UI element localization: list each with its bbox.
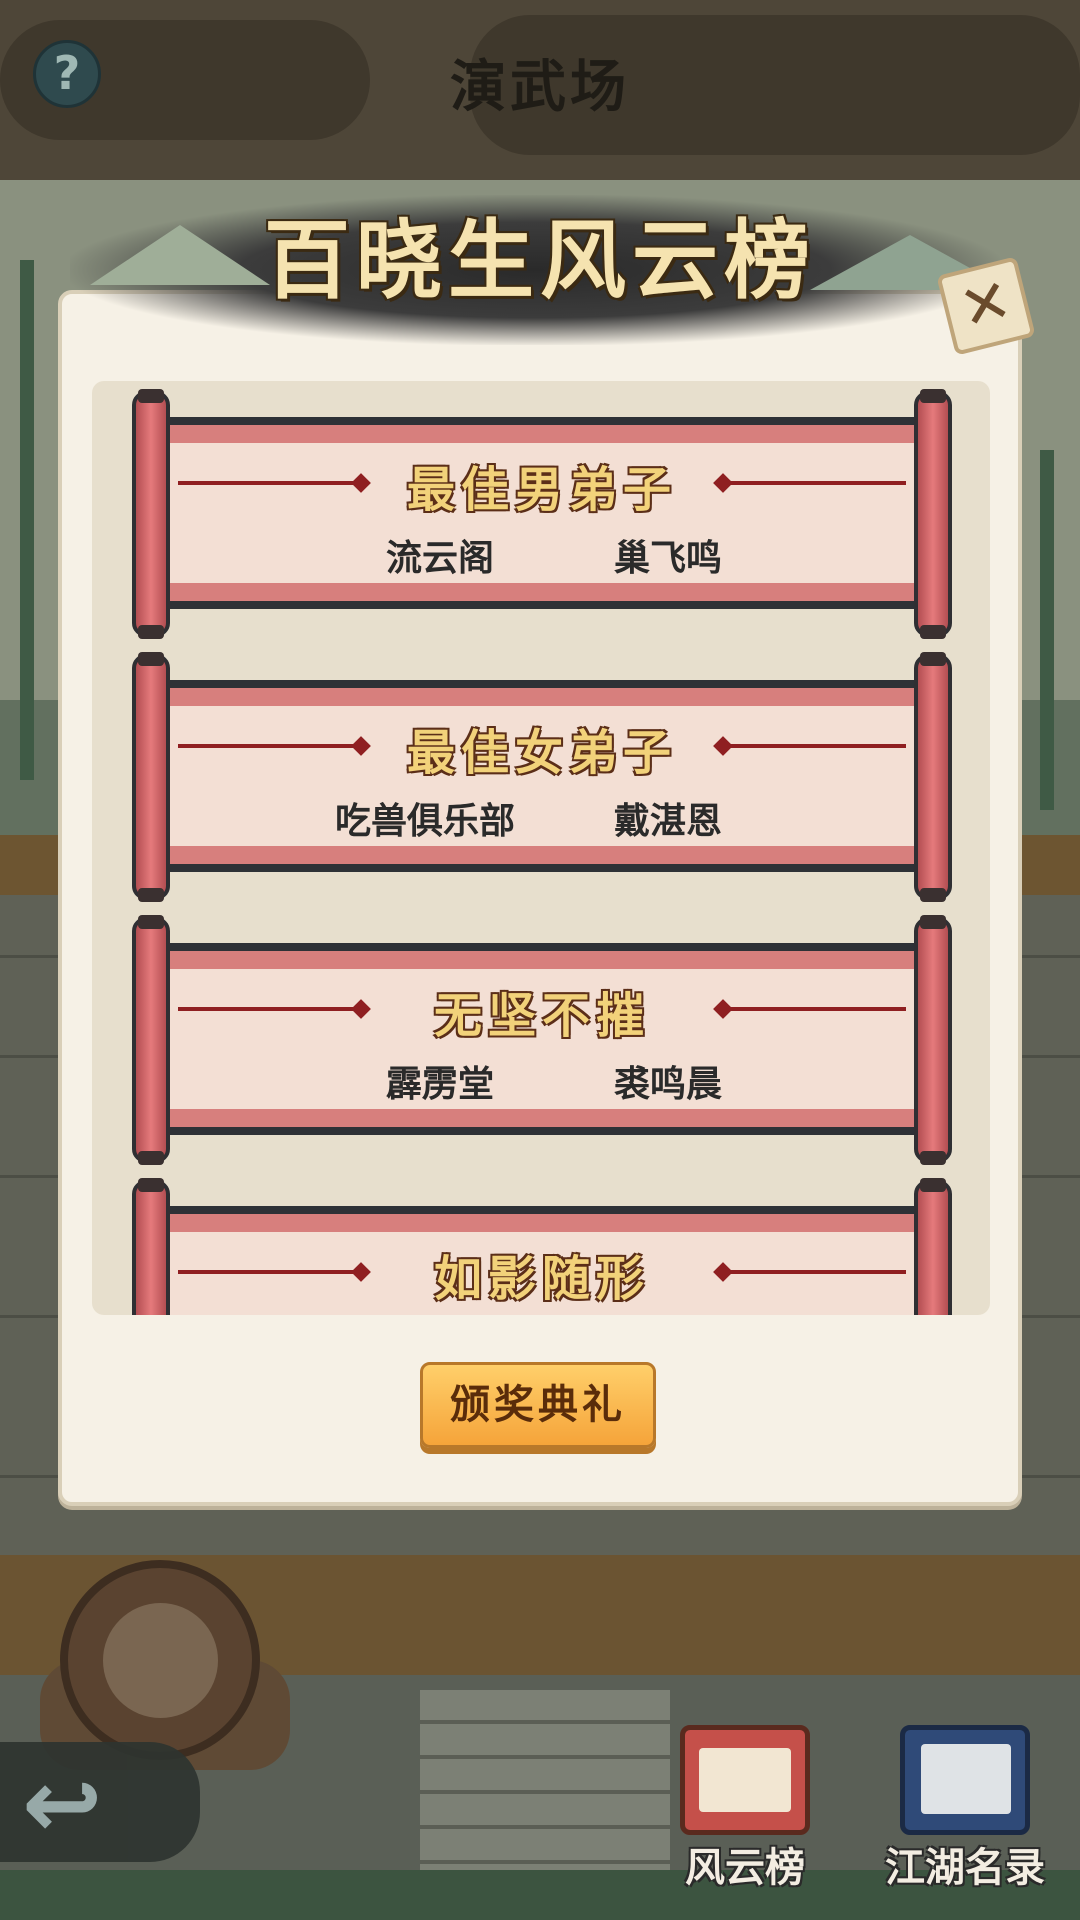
scroll-rod: [914, 652, 952, 902]
bamboo-decoration: [1040, 450, 1054, 810]
winner-sect: 流云阁: [385, 538, 494, 579]
scroll-rod: [914, 389, 952, 639]
stone-stairs: [420, 1690, 670, 1890]
award-scroll: 最佳男弟子 流云阁 巢飞鸣: [132, 389, 952, 639]
award-list[interactable]: 最佳男弟子 流云阁 巢飞鸣 最佳女弟子 吃兽俱乐部 戴湛恩 无坚不摧 霹雳堂 裘…: [92, 381, 990, 1315]
award-scroll: 如影随形: [132, 1178, 952, 1315]
scroll-paper: 无坚不摧 霹雳堂 裘鸣晨: [170, 943, 914, 1135]
award-title: 最佳男弟子: [406, 462, 677, 518]
screen-title: 演武场: [450, 54, 630, 120]
scroll-rod: [132, 915, 170, 1165]
nav-leaderboard-button[interactable]: 风云榜: [650, 1725, 840, 1915]
panel-banner: 百晓生风云榜: [30, 165, 1040, 365]
award-ceremony-button[interactable]: 颁奖典礼: [420, 1362, 656, 1448]
scroll-paper: 最佳男弟子 流云阁 巢飞鸣: [170, 417, 914, 609]
award-title: 最佳女弟子: [406, 725, 677, 781]
war-drum: [60, 1560, 260, 1760]
back-arrow-icon: ↩: [22, 1748, 103, 1860]
winner-name: 戴湛恩: [613, 801, 722, 842]
close-icon: ✕: [952, 264, 1019, 346]
banner-title: 百晓生风云榜: [264, 210, 816, 311]
nav-label: 风云榜: [685, 1845, 805, 1891]
scroll-rod: [132, 652, 170, 902]
scroll-rod: [132, 389, 170, 639]
winner-name: 巢飞鸣: [613, 538, 722, 579]
award-scroll: 最佳女弟子 吃兽俱乐部 戴湛恩: [132, 652, 952, 902]
winner-sect: 霹雳堂: [385, 1064, 494, 1105]
award-scroll: 无坚不摧 霹雳堂 裘鸣晨: [132, 915, 952, 1165]
scroll-paper: 如影随形: [170, 1206, 914, 1315]
scroll-paper: 最佳女弟子 吃兽俱乐部 戴湛恩: [170, 680, 914, 872]
scroll-rod: [914, 1178, 952, 1315]
back-button[interactable]: ↩: [0, 1742, 200, 1862]
scroll-rod: [132, 1178, 170, 1315]
book-icon: [900, 1725, 1030, 1835]
nav-directory-button[interactable]: 江湖名录: [870, 1725, 1060, 1915]
winner-name: 裘鸣晨: [613, 1064, 722, 1105]
scroll-icon: [680, 1725, 810, 1835]
award-title: 无坚不摧: [433, 988, 650, 1044]
nav-label: 江湖名录: [885, 1845, 1045, 1891]
scroll-rod: [914, 915, 952, 1165]
award-title: 如影随形: [433, 1251, 650, 1307]
winner-sect: 吃兽俱乐部: [334, 801, 515, 842]
